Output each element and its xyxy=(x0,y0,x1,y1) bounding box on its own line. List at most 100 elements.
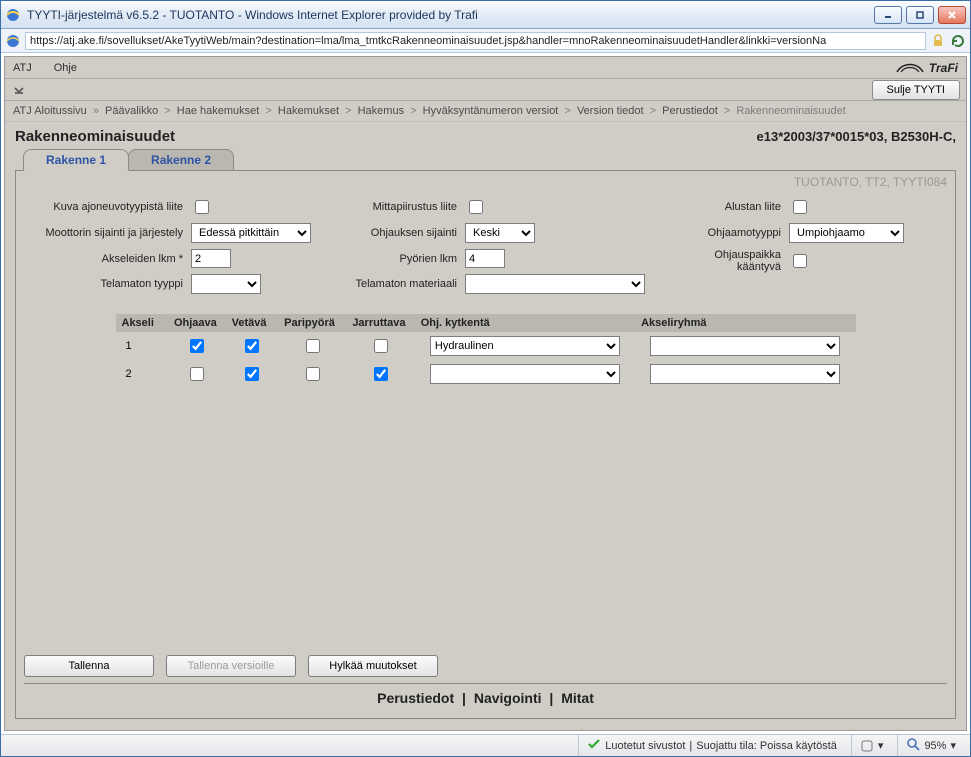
bc-item7[interactable]: Perustiedot xyxy=(662,105,718,117)
page-area: ATJ Ohje TraFi Sulje TYYTI ATJ Aloitussi… xyxy=(4,56,967,731)
refresh-icon[interactable] xyxy=(950,33,966,49)
footer-links: Perustiedot | Navigointi | Mitat xyxy=(24,684,947,710)
footer-link-mitat[interactable]: Mitat xyxy=(561,690,594,706)
cell-akseliryhma xyxy=(635,332,855,360)
select-ohj-kytkenta[interactable] xyxy=(430,364,620,384)
checkbox-jarruttava[interactable] xyxy=(374,339,388,353)
row-alustan-liite: Alustan liite xyxy=(675,197,939,217)
trusted-check-icon xyxy=(587,737,601,754)
axle-row: 2 xyxy=(116,360,856,388)
reject-changes-button[interactable]: Hylkää muutokset xyxy=(308,655,438,677)
footer-link-navigointi[interactable]: Navigointi xyxy=(474,690,542,706)
row-moottori: Moottorin sijainti ja järjestely Edessä … xyxy=(32,223,311,243)
label-alustan-liite: Alustan liite xyxy=(675,201,785,213)
select-ohjaamotyyppi[interactable]: Umpiohjaamo xyxy=(789,223,904,243)
page-heading-row: Rakenneominaisuudet e13*2003/37*0015*03,… xyxy=(5,122,966,147)
status-tools-panel[interactable]: ▾ xyxy=(851,735,892,756)
form-col-2: Mittapiirustus liite Ohjauksen sijainti … xyxy=(341,197,645,294)
cell-ohjaava xyxy=(168,360,226,388)
ie-status-bar: Luotetut sivustot | Suojattu tila: Poiss… xyxy=(1,734,970,756)
save-button[interactable]: Tallenna xyxy=(24,655,154,677)
axle-table-header-row: Akseli Ohjaava Vetävä Paripyörä Jarrutta… xyxy=(116,314,856,332)
checkbox-paripyora[interactable] xyxy=(306,339,320,353)
cell-akseli: 2 xyxy=(116,360,168,388)
input-akselit[interactable] xyxy=(191,249,231,268)
status-trusted-panel: Luotetut sivustot | Suojattu tila: Poiss… xyxy=(578,735,845,756)
cell-jarruttava xyxy=(346,360,414,388)
tab-rakenne-1[interactable]: Rakenne 1 xyxy=(23,149,129,171)
th-paripyora: Paripyörä xyxy=(278,314,346,332)
select-akseliryhma[interactable] xyxy=(650,364,840,384)
footer-link-perustiedot[interactable]: Perustiedot xyxy=(377,690,454,706)
label-telamaton-tyyppi: Telamaton tyyppi xyxy=(32,278,187,290)
address-url[interactable]: https://atj.ake.fi/sovellukset/AkeTyytiW… xyxy=(25,32,926,50)
bc-item2[interactable]: Hae hakemukset xyxy=(177,105,260,117)
save-versions-button[interactable]: Tallenna versioille xyxy=(166,655,296,677)
row-akselit: Akseleiden lkm * xyxy=(32,249,311,268)
bc-item4[interactable]: Hakemus xyxy=(358,105,404,117)
window-close-button[interactable] xyxy=(938,6,966,24)
select-moottori[interactable]: Edessä pitkittäin xyxy=(191,223,311,243)
tab-rakenne-2[interactable]: Rakenne 2 xyxy=(128,149,234,171)
window-minimize-button[interactable] xyxy=(874,6,902,24)
row-mittapiirustus: Mittapiirustus liite xyxy=(341,197,645,217)
checkbox-ohjauspaikka[interactable] xyxy=(793,254,807,268)
action-button-row: Tallenna Tallenna versioille Hylkää muut… xyxy=(24,649,947,677)
chevron-down-icon: ▾ xyxy=(950,739,956,752)
close-tyyti-button[interactable]: Sulje TYYTI xyxy=(872,80,961,100)
th-akseliryhma: Akseliryhmä xyxy=(635,314,855,332)
status-zoom-panel[interactable]: 95% ▾ xyxy=(897,735,964,756)
cell-paripyora xyxy=(278,360,346,388)
bc-item5[interactable]: Hyväksyntänumeron versiot xyxy=(423,105,559,117)
status-protected-text: Suojattu tila: Poissa käytöstä xyxy=(696,740,837,752)
checkbox-vetava[interactable] xyxy=(245,367,259,381)
select-telamaton-mat[interactable] xyxy=(465,274,645,294)
window-maximize-button[interactable] xyxy=(906,6,934,24)
checkbox-paripyora[interactable] xyxy=(306,367,320,381)
select-akseliryhma[interactable] xyxy=(650,336,840,356)
checkbox-vetava[interactable] xyxy=(245,339,259,353)
row-pyorien: Pyörien lkm xyxy=(341,249,645,268)
cell-ohjaava xyxy=(168,332,226,360)
bc-item6[interactable]: Version tiedot xyxy=(577,105,644,117)
menu-atj[interactable]: ATJ xyxy=(13,62,32,74)
bc-item3[interactable]: Hakemukset xyxy=(278,105,339,117)
magnifier-icon xyxy=(906,737,920,754)
cell-vetava xyxy=(226,332,278,360)
label-mittapiirustus: Mittapiirustus liite xyxy=(341,201,461,213)
input-pyorien[interactable] xyxy=(465,249,505,268)
th-akseli: Akseli xyxy=(116,314,168,332)
th-ohj-kytkenta: Ohj. kytkentä xyxy=(415,314,635,332)
row-telamaton-mat: Telamaton materiaali xyxy=(341,274,645,294)
menu-ohje[interactable]: Ohje xyxy=(54,62,77,74)
row-kuva-liite: Kuva ajoneuvotyypistä liite xyxy=(32,197,311,217)
select-ohj-kytkenta[interactable]: Hydraulinen xyxy=(430,336,620,356)
brand-logo: TraFi xyxy=(895,60,958,76)
label-pyorien: Pyörien lkm xyxy=(341,253,461,265)
label-ohjaus-sijainti: Ohjauksen sijainti xyxy=(341,227,461,239)
cell-ohj-kytkenta: Hydraulinen xyxy=(415,332,635,360)
row-telamaton-tyyppi: Telamaton tyyppi xyxy=(32,274,311,294)
bc-item1[interactable]: Päävalikko xyxy=(105,105,158,117)
cell-vetava xyxy=(226,360,278,388)
app-toolbar: Sulje TYYTI xyxy=(5,79,966,101)
context-stamp: TUOTANTO, TT2, TYYTI084 xyxy=(794,175,947,189)
checkbox-kuva-liite[interactable] xyxy=(195,200,209,214)
bc-item0[interactable]: ATJ Aloitussivu xyxy=(13,105,87,117)
status-trusted-text: Luotetut sivustot xyxy=(605,740,685,752)
select-ohjaus-sijainti[interactable]: Keski xyxy=(465,223,535,243)
label-ohjauspaikka: Ohjauspaikka kääntyvä xyxy=(675,249,785,273)
anchor-down-icon[interactable] xyxy=(11,82,27,98)
checkbox-jarruttava[interactable] xyxy=(374,367,388,381)
checkbox-ohjaava[interactable] xyxy=(190,339,204,353)
cell-akseli: 1 xyxy=(116,332,168,360)
checkbox-mittapiirustus[interactable] xyxy=(469,200,483,214)
page-title: Rakenneominaisuudet xyxy=(15,128,757,145)
cell-akseliryhma xyxy=(635,360,855,388)
checkbox-ohjaava[interactable] xyxy=(190,367,204,381)
label-moottori: Moottorin sijainti ja järjestely xyxy=(32,227,187,239)
tab-strip: Rakenne 1 Rakenne 2 xyxy=(5,149,966,171)
select-telamaton-tyyppi[interactable] xyxy=(191,274,261,294)
form-col-1: Kuva ajoneuvotyypistä liite Moottorin si… xyxy=(32,197,311,294)
checkbox-alustan-liite[interactable] xyxy=(793,200,807,214)
